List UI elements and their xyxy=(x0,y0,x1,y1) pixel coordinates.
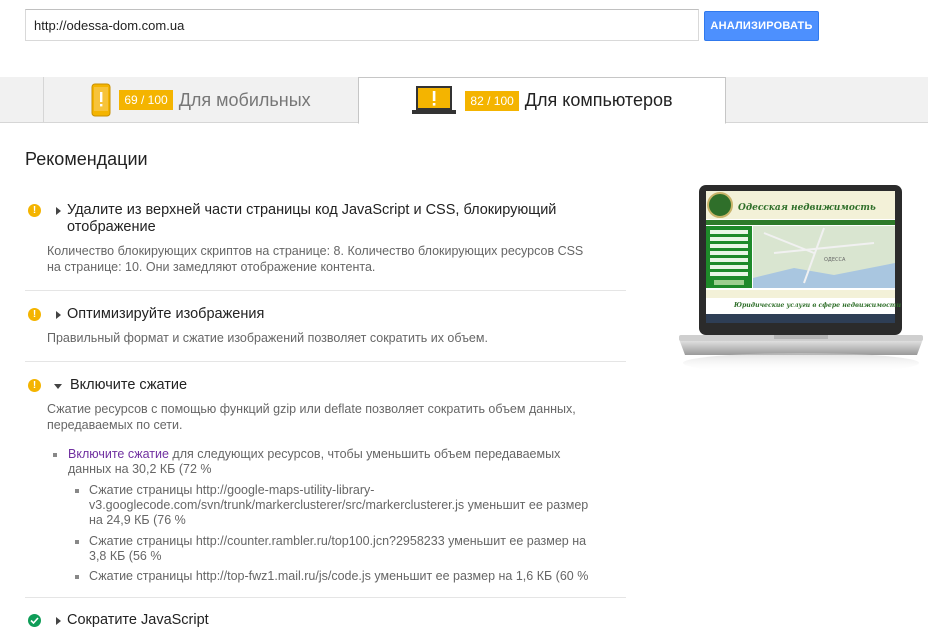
list-item: Сжатие страницы http://counter.rambler.r… xyxy=(89,534,587,563)
list-item: Сжатие страницы http://top-fwz1.mail.ru/… xyxy=(89,569,589,583)
mobile-score-badge: 69 / 100 xyxy=(119,90,173,110)
divider xyxy=(25,361,626,362)
rec-minify-js-header[interactable]: Сократите JavaScript xyxy=(28,612,209,627)
collapse-caret-icon[interactable] xyxy=(54,384,62,389)
rec-enable-compression-header[interactable]: ! Включите сжатие xyxy=(28,377,187,394)
desktop-preview-image: Одесская недвижимость ОДЕССА Юридические… xyxy=(674,183,928,393)
bullet-square xyxy=(75,489,79,493)
preview-banner: Юридические услуги в сфере недвижимости xyxy=(733,302,901,309)
preview-map-label: ОДЕССА xyxy=(824,257,846,263)
warning-icon: ! xyxy=(28,308,41,321)
preview-site-title: Одесская недвижимость xyxy=(738,203,876,213)
rec-minify-js-title: Сократите JavaScript xyxy=(67,612,209,627)
desktop-score-badge: 82 / 100 xyxy=(465,90,519,111)
device-tabs: 69 / 100 Для мобильных 82 / 100 Для комп… xyxy=(0,77,928,124)
rec-optimize-images-desc: Правильный формат и сжатие изображений п… xyxy=(47,331,488,345)
check-icon xyxy=(28,614,41,627)
rec-enable-compression-desc: Сжатие ресурсов с помощью функций gzip и… xyxy=(47,402,576,432)
expand-caret-icon[interactable] xyxy=(56,311,61,319)
expand-caret-icon[interactable] xyxy=(56,617,61,625)
rec-optimize-images-title: Оптимизируйте изображения xyxy=(67,306,265,322)
tab-desktop[interactable]: 82 / 100 Для компьютеров xyxy=(358,77,726,124)
divider xyxy=(25,290,626,291)
laptop-icon xyxy=(411,85,457,116)
url-input[interactable] xyxy=(25,9,699,41)
rec-optimize-images-header[interactable]: ! Оптимизируйте изображения xyxy=(28,306,264,323)
bullet-square xyxy=(75,540,79,544)
rec-enable-compression-title: Включите сжатие xyxy=(70,377,188,393)
mobile-tab-label: Для мобильных xyxy=(178,89,311,110)
enable-compression-link[interactable]: Включите сжатие xyxy=(68,447,169,461)
recommendations-title: Рекомендации xyxy=(25,149,148,169)
warning-icon: ! xyxy=(28,379,41,392)
bullet-square xyxy=(75,575,79,579)
rec-render-blocking-desc: Количество блокирующих скриптов на стран… xyxy=(47,244,584,274)
tab-mobile[interactable]: 69 / 100 Для мобильных xyxy=(43,77,359,123)
expand-caret-icon[interactable] xyxy=(56,207,61,215)
warning-icon: ! xyxy=(28,204,41,217)
desktop-tab-label: Для компьютеров xyxy=(524,90,673,110)
list-item: Сжатие страницы http://google-maps-utili… xyxy=(89,483,589,527)
compression-summary: Включите сжатие для следующих ресурсов, … xyxy=(68,447,561,476)
rec-render-blocking-header[interactable]: ! Удалите из верхней части страницы код … xyxy=(28,202,556,236)
mobile-phone-icon xyxy=(91,83,111,117)
divider xyxy=(25,597,626,598)
bullet-square xyxy=(53,453,57,457)
analyze-button[interactable]: АНАЛИЗИРОВАТЬ xyxy=(704,11,819,41)
rec-render-blocking-title: Удалите из верхней части страницы код Ja… xyxy=(67,202,557,235)
